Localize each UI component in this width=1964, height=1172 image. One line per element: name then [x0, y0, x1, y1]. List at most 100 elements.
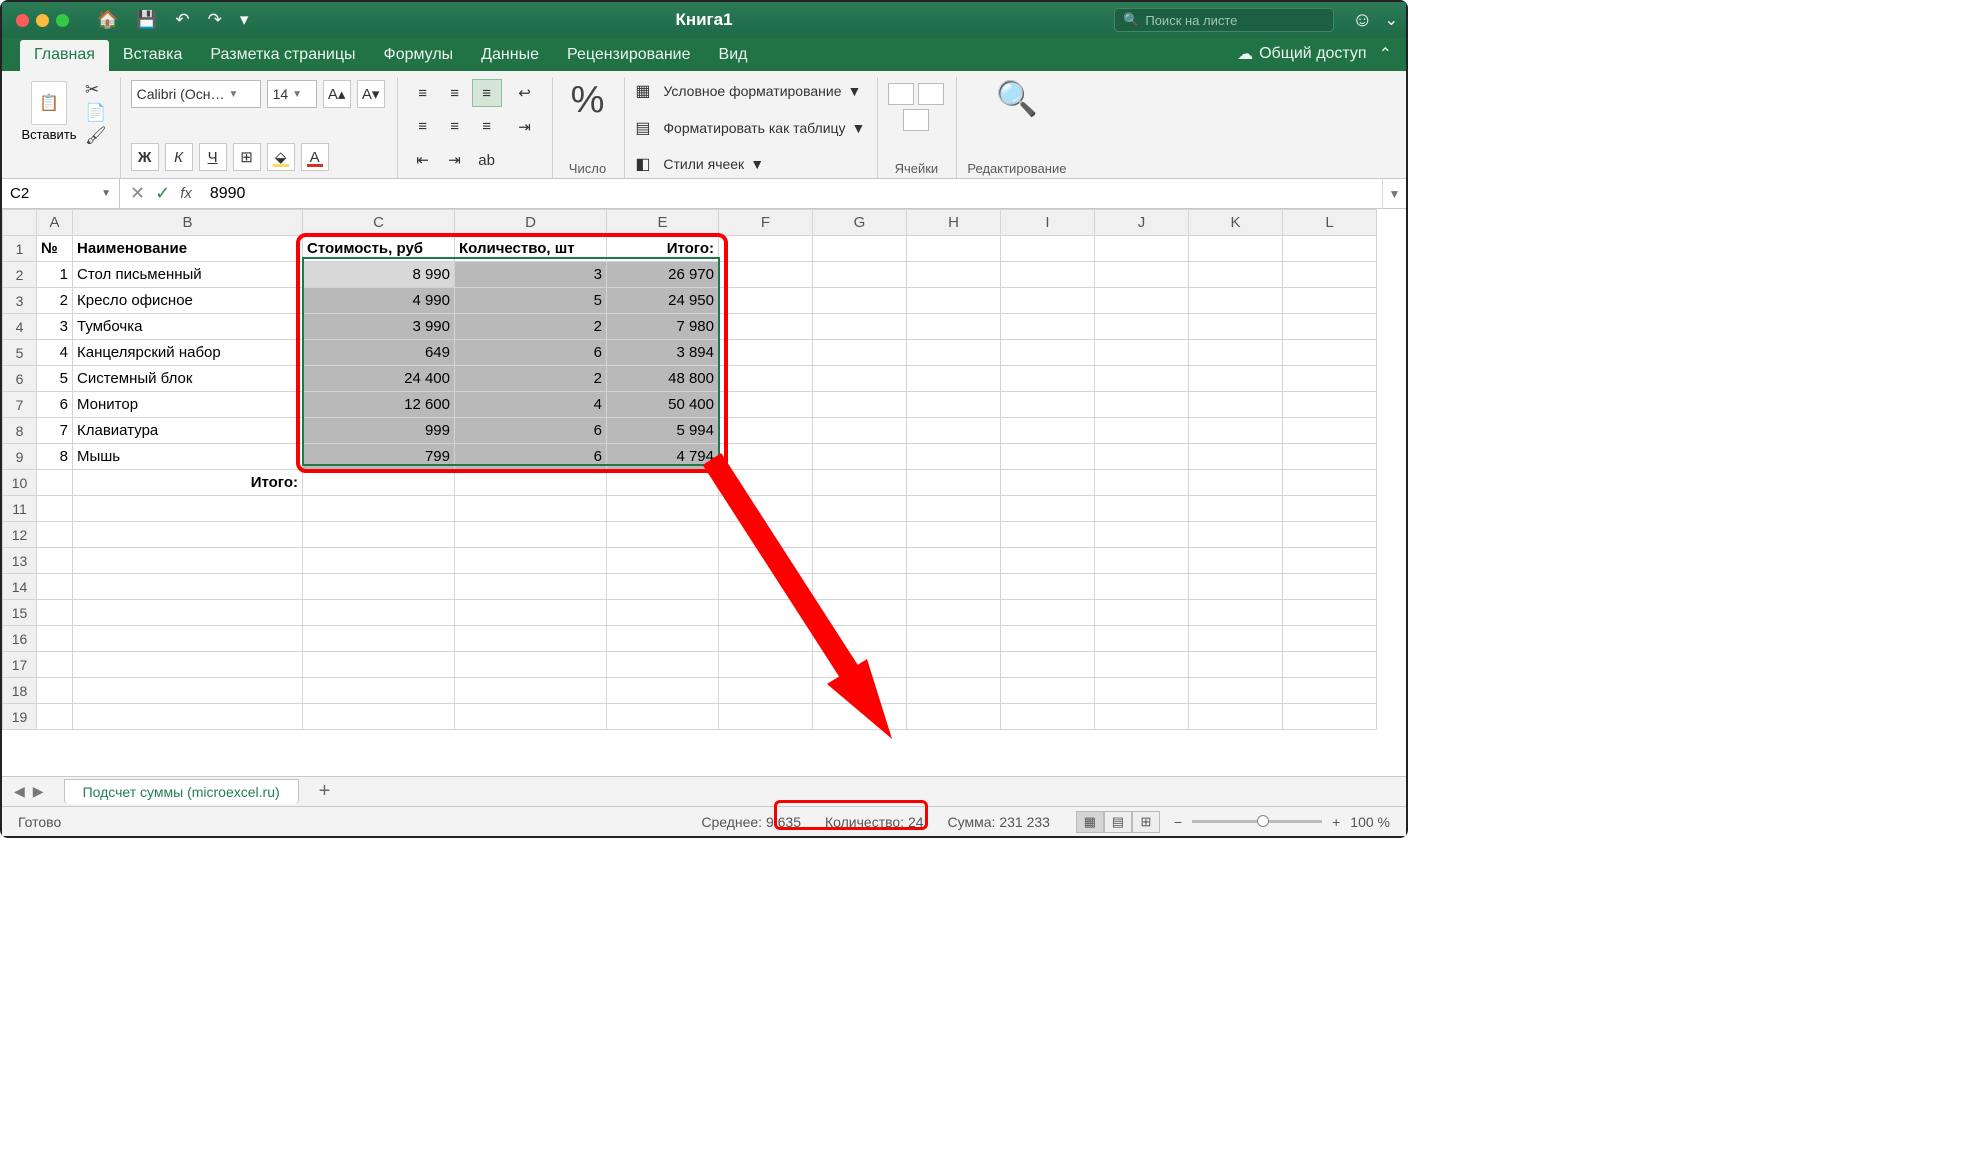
conditional-formatting-button[interactable]: ▦Условное форматирование ▼ — [635, 79, 865, 103]
name-box[interactable]: C2▼ — [2, 179, 120, 208]
col-header[interactable]: K — [1189, 210, 1283, 236]
col-header[interactable]: E — [607, 210, 719, 236]
minimize-window-icon[interactable] — [36, 14, 49, 27]
next-sheet-icon[interactable]: ▶ — [33, 783, 44, 800]
increase-font-icon[interactable]: A▴ — [323, 80, 351, 108]
chevron-down-icon[interactable]: ⌄ — [1385, 10, 1398, 30]
col-header[interactable]: A — [37, 210, 73, 236]
underline-button[interactable]: Ч — [199, 143, 227, 171]
zoom-in-icon[interactable]: + — [1332, 814, 1340, 830]
zoom-slider[interactable] — [1192, 820, 1322, 823]
tab-insert[interactable]: Вставка — [109, 40, 196, 71]
empty-row[interactable]: 14 — [3, 574, 1377, 600]
share-button[interactable]: ☁Общий доступ⌃ — [1223, 44, 1406, 71]
feedback-icon[interactable]: ☺ — [1352, 9, 1372, 32]
table-row[interactable]: 6 5 Системный блок 24 400 2 48 800 — [3, 366, 1377, 392]
font-color-button[interactable]: A — [301, 143, 329, 171]
tab-page-layout[interactable]: Разметка страницы — [196, 40, 369, 71]
table-row[interactable]: 4 3 Тумбочка 3 990 2 7 980 — [3, 314, 1377, 340]
insert-cell-icon[interactable] — [888, 83, 914, 105]
search-input[interactable]: 🔍 Поиск на листе — [1114, 8, 1334, 32]
sheet-tab[interactable]: Подсчет суммы (microexcel.ru) — [64, 779, 299, 804]
col-header[interactable]: J — [1095, 210, 1189, 236]
borders-button[interactable]: ⊞ — [233, 143, 261, 171]
empty-row[interactable]: 16 — [3, 626, 1377, 652]
home-icon[interactable]: 🏠 — [97, 10, 118, 30]
tab-review[interactable]: Рецензирование — [553, 40, 705, 71]
align-right-icon[interactable]: ≡ — [472, 113, 502, 141]
font-size-select[interactable]: 14▼ — [267, 80, 317, 108]
add-sheet-icon[interactable]: + — [319, 780, 331, 803]
align-top-icon[interactable]: ≡ — [408, 79, 438, 107]
table-header-row[interactable]: 1 № Наименование Стоимость, руб Количест… — [3, 236, 1377, 262]
empty-row[interactable]: 13 — [3, 548, 1377, 574]
col-header[interactable]: I — [1001, 210, 1095, 236]
page-layout-icon[interactable]: ▤ — [1104, 811, 1132, 833]
percent-icon[interactable]: % — [563, 79, 613, 122]
align-middle-icon[interactable]: ≡ — [440, 79, 470, 107]
tab-home[interactable]: Главная — [20, 40, 109, 71]
font-name-select[interactable]: Calibri (Осн…▼ — [131, 80, 261, 108]
col-header[interactable]: D — [455, 210, 607, 236]
empty-row[interactable]: 19 — [3, 704, 1377, 730]
paste-button[interactable]: 📋 Вставить — [20, 79, 78, 147]
tab-view[interactable]: Вид — [705, 40, 762, 71]
spreadsheet-grid[interactable]: A B C D E F G H I J K L 1 № Наименование… — [2, 209, 1406, 776]
prev-sheet-icon[interactable]: ◀ — [14, 783, 25, 800]
table-row[interactable]: 2 1 Стол письменный 8 990 3 26 970 — [3, 262, 1377, 288]
empty-row[interactable]: 12 — [3, 522, 1377, 548]
col-header[interactable]: C — [303, 210, 455, 236]
decrease-indent-icon[interactable]: ⇤ — [408, 146, 438, 174]
align-left-icon[interactable]: ≡ — [408, 113, 438, 141]
redo-icon[interactable]: ↷ — [208, 10, 222, 30]
copy-icon[interactable]: 📄 — [84, 102, 108, 124]
cut-icon[interactable]: ✂ — [84, 79, 108, 101]
decrease-font-icon[interactable]: A▾ — [357, 80, 385, 108]
empty-row[interactable]: 18 — [3, 678, 1377, 704]
orientation-icon[interactable]: ab — [472, 146, 502, 174]
tab-formulas[interactable]: Формулы — [370, 40, 468, 71]
save-icon[interactable]: 💾 — [136, 10, 157, 30]
increase-indent-icon[interactable]: ⇥ — [440, 146, 470, 174]
cell-styles-button[interactable]: ◧Стили ячеек ▼ — [635, 152, 865, 176]
zoom-out-icon[interactable]: − — [1174, 814, 1182, 830]
format-painter-icon[interactable]: 🖌 — [84, 125, 108, 147]
close-window-icon[interactable] — [16, 14, 29, 27]
maximize-window-icon[interactable] — [56, 14, 69, 27]
col-header[interactable]: L — [1283, 210, 1377, 236]
fx-icon[interactable]: fx — [180, 185, 192, 202]
col-header[interactable]: G — [813, 210, 907, 236]
format-as-table-button[interactable]: ▤Форматировать как таблицу ▼ — [635, 116, 865, 140]
wrap-text-icon[interactable]: ↩ — [510, 79, 540, 107]
table-row[interactable]: 3 2 Кресло офисное 4 990 5 24 950 — [3, 288, 1377, 314]
footer-row[interactable]: 10 Итого: — [3, 470, 1377, 496]
table-row[interactable]: 9 8 Мышь 799 6 4 794 — [3, 444, 1377, 470]
italic-button[interactable]: К — [165, 143, 193, 171]
bold-button[interactable]: Ж — [131, 143, 159, 171]
dropdown-icon[interactable]: ▾ — [240, 10, 249, 30]
page-break-icon[interactable]: ⊞ — [1132, 811, 1160, 833]
align-bottom-icon[interactable]: ≡ — [472, 79, 502, 107]
cancel-formula-icon[interactable]: ✕ — [130, 183, 145, 204]
formula-input[interactable]: 8990 — [202, 185, 1382, 203]
confirm-formula-icon[interactable]: ✓ — [155, 183, 170, 204]
find-icon[interactable]: 🔍 — [996, 79, 1038, 119]
merge-cells-icon[interactable]: ⇥ — [510, 113, 540, 141]
col-header[interactable]: H — [907, 210, 1001, 236]
normal-view-icon[interactable]: ▦ — [1076, 811, 1104, 833]
col-header[interactable]: F — [719, 210, 813, 236]
empty-row[interactable]: 15 — [3, 600, 1377, 626]
select-all-corner[interactable] — [3, 210, 37, 236]
cells-icons[interactable] — [888, 83, 944, 105]
table-row[interactable]: 7 6 Монитор 12 600 4 50 400 — [3, 392, 1377, 418]
tab-data[interactable]: Данные — [467, 40, 553, 71]
fill-color-button[interactable]: ⬙ — [267, 143, 295, 171]
col-header[interactable]: B — [73, 210, 303, 236]
table-row[interactable]: 5 4 Канцелярский набор 649 6 3 894 — [3, 340, 1377, 366]
format-cell-icon[interactable] — [903, 109, 929, 131]
expand-formula-icon[interactable]: ▼ — [1382, 179, 1406, 208]
delete-cell-icon[interactable] — [918, 83, 944, 105]
table-row[interactable]: 8 7 Клавиатура 999 6 5 994 — [3, 418, 1377, 444]
undo-icon[interactable]: ↶ — [175, 10, 189, 30]
align-center-icon[interactable]: ≡ — [440, 113, 470, 141]
